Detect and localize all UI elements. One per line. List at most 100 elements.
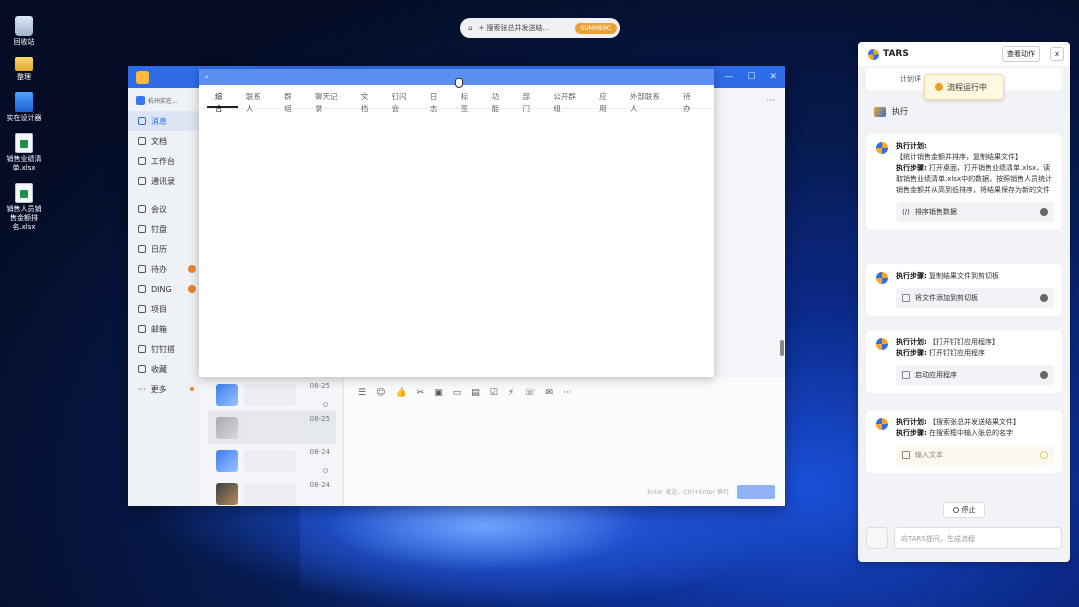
close-icon[interactable]: ✕ <box>769 72 777 82</box>
tab-tags[interactable]: 标签 <box>453 91 484 113</box>
desktop-icon-folder[interactable]: 整理 <box>4 57 44 82</box>
tab-flash-meeting[interactable]: 钉闪会 <box>384 91 422 113</box>
tab-contacts[interactable]: 联系人 <box>238 91 276 113</box>
top-task-pill[interactable]: ⌂ + 搜索张总并发送结... SUMMERC <box>460 18 620 38</box>
plan-text: 【搜索张总并发送结果文件】 <box>929 418 1021 426</box>
tars-header: TARS 查看动作 x <box>858 42 1070 66</box>
desktop-icon-designer[interactable]: 实在设计器 <box>4 92 44 123</box>
action-item[interactable]: 输入文本 <box>896 445 1054 465</box>
more-options-icon[interactable]: ··· <box>766 96 775 106</box>
notification-dot <box>190 387 194 391</box>
lightning-icon[interactable]: ⚡ <box>508 388 514 398</box>
tab-features[interactable]: 功能 <box>484 91 515 113</box>
home-icon[interactable]: ⌂ <box>468 24 472 32</box>
tab-logs[interactable]: 日志 <box>422 91 453 113</box>
list-item[interactable]: 08-25 <box>208 378 336 411</box>
calendar-icon[interactable]: ▤ <box>471 388 480 398</box>
desktop-icon-sales-ranking[interactable]: 销售人员销售金额排名.xlsx <box>4 183 44 232</box>
nav-item-todo[interactable]: 待办 <box>128 259 200 279</box>
checkbox-icon[interactable]: ☑ <box>490 388 498 398</box>
desktop-icon-sales-list[interactable]: 销售业绩清单.xlsx <box>4 133 44 173</box>
nav-separator <box>128 191 200 199</box>
attach-icon[interactable] <box>866 527 888 549</box>
nav-item-docs[interactable]: 文档 <box>128 131 200 151</box>
view-actions-button[interactable]: 查看动作 <box>1002 46 1040 62</box>
blurred-preview <box>244 449 296 472</box>
nav-item-drive[interactable]: 钉盘 <box>128 219 200 239</box>
send-button[interactable] <box>737 485 775 499</box>
thumbs-up-icon[interactable]: 👍 <box>395 388 406 398</box>
maximize-icon[interactable]: ☐ <box>747 72 755 82</box>
menu-icon[interactable]: ☰ <box>358 388 366 398</box>
org-switcher[interactable]: 杭州实在... <box>128 96 200 111</box>
desktop-icon-label: 回收站 <box>13 38 35 46</box>
folder-icon[interactable]: ▭ <box>453 388 462 398</box>
tab-public-groups[interactable]: 公开群组 <box>545 91 591 113</box>
avatar[interactable] <box>136 70 149 84</box>
action-item[interactable]: 启动应用程序 <box>896 365 1054 385</box>
avatar <box>216 416 238 439</box>
nav-item-mail[interactable]: 邮箱 <box>128 319 200 339</box>
close-button[interactable]: x <box>1050 47 1064 61</box>
minimize-icon[interactable]: — <box>724 72 733 82</box>
running-status-toast: 流程运行中 <box>924 74 1004 100</box>
more-icon[interactable]: ··· <box>563 388 572 398</box>
nav-item-project[interactable]: 项目 <box>128 299 200 319</box>
clipboard-icon <box>902 294 910 302</box>
tab-departments[interactable]: 部门 <box>514 91 545 113</box>
action-label: 启动应用程序 <box>915 370 957 379</box>
tars-footer: 向TARS提问，生成流程 <box>866 527 1062 549</box>
steps-label: 执行步骤: <box>896 272 927 280</box>
resize-handle[interactable] <box>780 340 784 356</box>
action-item[interactable]: 将文件添加到剪切板 <box>896 288 1054 308</box>
list-item[interactable]: 08-25 <box>208 411 336 444</box>
nav-item-more[interactable]: ··· 更多 <box>128 379 200 399</box>
doc-icon <box>138 137 146 145</box>
nav-item-calendar[interactable]: 日历 <box>128 239 200 259</box>
nav-item-builder[interactable]: 钉钉搭 <box>128 339 200 359</box>
phone-icon[interactable]: ☏ <box>524 388 535 398</box>
nav-label: DING <box>151 284 172 294</box>
stop-button[interactable]: 停止 <box>943 502 985 518</box>
nav-item-messages[interactable]: 消息 <box>128 111 200 131</box>
tab-chat-history[interactable]: 聊天记录 <box>307 91 353 113</box>
status-done-icon <box>1040 208 1048 216</box>
tars-panel: TARS 查看动作 x 计划详 执行 执行计划: 【统计销售金额并排序，复制结果… <box>858 42 1070 562</box>
chat-date: 08-25 <box>309 382 330 390</box>
scissors-icon[interactable]: ✂ <box>417 388 425 398</box>
mail-icon[interactable]: ✉ <box>545 388 553 398</box>
tab-groups[interactable]: 群组 <box>276 91 307 113</box>
message-composer[interactable]: ☰ ☺ 👍 ✂ ▣ ▭ ▤ ☑ ⚡ ☏ ✉ ··· Enter 发送，Ctrl+… <box>343 378 785 506</box>
tab-todo[interactable]: 待办 <box>675 91 706 113</box>
pill-action-button[interactable]: SUMMERC <box>574 22 617 34</box>
recycle-bin-icon <box>15 16 33 36</box>
status-done-icon <box>1040 371 1048 379</box>
nav-item-favorites[interactable]: 收藏 <box>128 359 200 379</box>
list-item[interactable]: 08-24 <box>208 444 336 477</box>
nav-label: 通讯录 <box>151 176 175 186</box>
plan-label: 执行计划: <box>896 418 927 426</box>
tab-all[interactable]: 综合 <box>207 91 238 113</box>
nav-item-ding[interactable]: DING <box>128 279 200 299</box>
app-icon <box>15 92 33 112</box>
wallpaper-swirl-highlight <box>300 490 760 607</box>
desktop-icon-recycle-bin[interactable]: 回收站 <box>4 16 44 47</box>
tab-docs[interactable]: 文档 <box>353 91 384 113</box>
action-label: 将文件添加到剪切板 <box>915 293 978 302</box>
avatar <box>216 482 238 505</box>
image-icon[interactable]: ▣ <box>434 388 443 398</box>
nav-item-meeting[interactable]: 会议 <box>128 199 200 219</box>
emoji-icon[interactable]: ☺ <box>376 388 385 398</box>
action-item[interactable]: ⟨/⟩ 排序销售数据 <box>896 202 1054 222</box>
plan-card: 执行步骤: 复制结果文件到剪切板 将文件添加到剪切板 <box>866 264 1062 316</box>
nav-item-contacts[interactable]: 通讯录 <box>128 171 200 191</box>
prompt-input[interactable]: 向TARS提问，生成流程 <box>894 527 1062 549</box>
running-icon <box>935 83 943 91</box>
tab-apps[interactable]: 应用 <box>591 91 622 113</box>
tab-external-contacts[interactable]: 外部联系人 <box>622 91 675 113</box>
blurred-preview <box>244 416 296 439</box>
project-icon <box>138 305 146 313</box>
nav-item-workbench[interactable]: 工作台 <box>128 151 200 171</box>
list-item[interactable]: 08-24 <box>208 477 336 510</box>
nav-label: 日历 <box>151 244 167 254</box>
